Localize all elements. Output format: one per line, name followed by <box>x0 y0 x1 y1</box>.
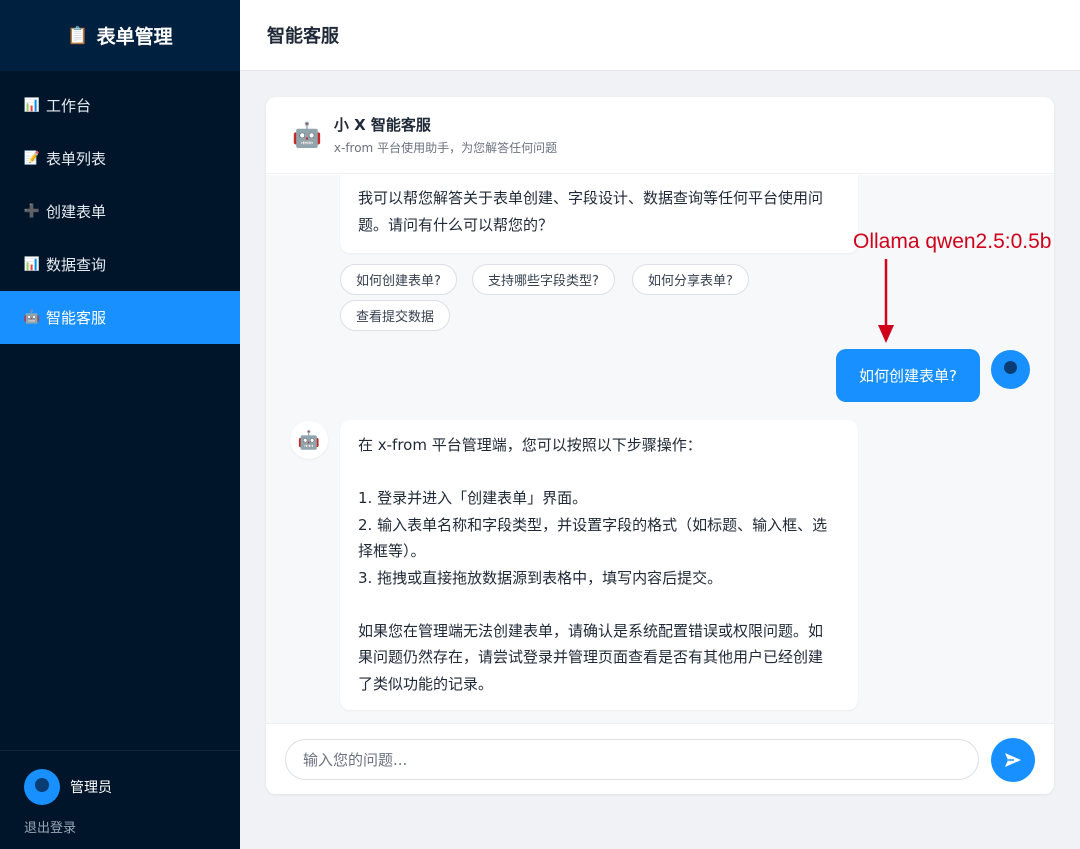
message-line: 我可以帮您解答关于表单创建、字段设计、数据查询等任何平台使用问 <box>358 189 824 207</box>
sidebar-user-panel: 管理员 退出登录 <box>0 750 240 849</box>
annotation-arrow-icon <box>878 259 894 343</box>
sidebar-item-label: 智能客服 <box>46 309 107 327</box>
sidebar-item-label: 工作台 <box>46 97 92 115</box>
send-button[interactable] <box>991 738 1035 782</box>
bot-reply-message: 在 x-from 平台管理端，您可以按照以下步骤操作： 1. 登录并进入「创建表… <box>340 420 858 710</box>
chat-panel: 🤖 小 X 智能客服 x-from 平台使用助手，为您解答任何问题 我可以帮您解… <box>266 97 1054 794</box>
message-list[interactable]: 我可以帮您解答关于表单创建、字段设计、数据查询等任何平台使用问 题。请问有什么可… <box>266 175 1054 723</box>
logout-link[interactable]: 退出登录 <box>24 817 216 836</box>
sidebar-nav: 📊 工作台 📝 表单列表 ➕ 创建表单 📊 数据查询 🤖 智能客服 <box>0 71 240 344</box>
quick-question-button[interactable]: 如何创建表单? <box>340 264 457 295</box>
sidebar-item-smart-service[interactable]: 🤖 智能客服 <box>0 291 240 344</box>
sidebar-item-data-query[interactable]: 📊 数据查询 <box>0 238 240 291</box>
quick-question-button[interactable]: 查看提交数据 <box>340 300 451 331</box>
message-line: 了类似功能的记录。 <box>358 674 494 693</box>
quick-question-button[interactable]: 支持哪些字段类型? <box>472 264 615 295</box>
robot-icon: 🤖 <box>23 310 41 325</box>
user-avatar <box>991 350 1030 389</box>
user-icon <box>1004 361 1017 374</box>
bot-avatar: 🤖 <box>290 421 328 459</box>
robot-icon: 🤖 <box>292 121 322 149</box>
chat-header: 🤖 小 X 智能客服 x-from 平台使用助手，为您解答任何问题 <box>266 97 1054 174</box>
message-line: 择框等）。 <box>358 542 426 560</box>
sidebar-item-label: 创建表单 <box>46 203 107 221</box>
bot-subtitle: x-from 平台使用助手，为您解答任何问题 <box>333 141 558 155</box>
page-header: 智能客服 <box>240 0 1080 71</box>
message-line: 2. 输入表单名称和字段类型，并设置字段的格式（如标题、输入框、选 <box>358 515 828 534</box>
quick-question-button[interactable]: 如何分享表单? <box>632 264 749 295</box>
message-line <box>358 591 840 618</box>
sidebar: 📋 表单管理 📊 工作台 📝 表单列表 ➕ 创建表单 📊 数据查询 🤖 智能客服 <box>0 0 240 849</box>
send-icon <box>1005 753 1021 767</box>
message-line: 在 x-from 平台管理端，您可以按照以下步骤操作： <box>358 436 702 454</box>
sidebar-item-create-form[interactable]: ➕ 创建表单 <box>0 185 240 238</box>
user-name: 管理员 <box>70 780 112 796</box>
memo-icon: 📝 <box>23 151 41 166</box>
bot-name: 小 X 智能客服 <box>333 116 431 134</box>
chat-input-bar <box>266 723 1054 794</box>
robot-icon: 🤖 <box>297 429 321 451</box>
user-info: 管理员 <box>24 769 216 805</box>
sidebar-item-form-list[interactable]: 📝 表单列表 <box>0 132 240 185</box>
message-line: 3. 拖拽或直接拖放数据源到表格中，填写内容后提交。 <box>358 568 723 587</box>
message-line <box>358 459 840 486</box>
brand: 📋 表单管理 <box>0 0 240 71</box>
annotation-label: Ollama qwen2.5:0.5b <box>853 230 1052 253</box>
plus-icon: ➕ <box>23 204 41 219</box>
user-icon <box>35 778 49 792</box>
message-line: 题。请问有什么可以帮您的？ <box>358 215 554 234</box>
brand-title: 表单管理 <box>96 26 173 48</box>
page-title: 智能客服 <box>267 26 339 47</box>
sidebar-item-label: 数据查询 <box>46 256 107 274</box>
message-line: 果问题仍然存在，请尝试登录并管理页面查看是否有其他用户已经创建 <box>358 648 824 666</box>
user-message: 如何创建表单? <box>836 349 980 402</box>
chat-input[interactable] <box>285 739 979 780</box>
chat-header-text: 小 X 智能客服 x-from 平台使用助手，为您解答任何问题 <box>334 114 557 156</box>
message-line: 如果您在管理端无法创建表单，请确认是系统配置错误或权限问题。如 <box>358 621 824 640</box>
sidebar-item-label: 表单列表 <box>46 150 107 168</box>
clipboard-icon: 📋 <box>67 25 89 46</box>
bot-welcome-message: 我可以帮您解答关于表单创建、字段设计、数据查询等任何平台使用问 题。请问有什么可… <box>340 175 858 253</box>
message-line: 1. 登录并进入「创建表单」界面。 <box>358 489 588 507</box>
chart-icon: 📊 <box>23 98 41 113</box>
chart-icon: 📊 <box>23 257 41 272</box>
sidebar-item-dashboard[interactable]: 📊 工作台 <box>0 79 240 132</box>
avatar <box>24 769 60 805</box>
